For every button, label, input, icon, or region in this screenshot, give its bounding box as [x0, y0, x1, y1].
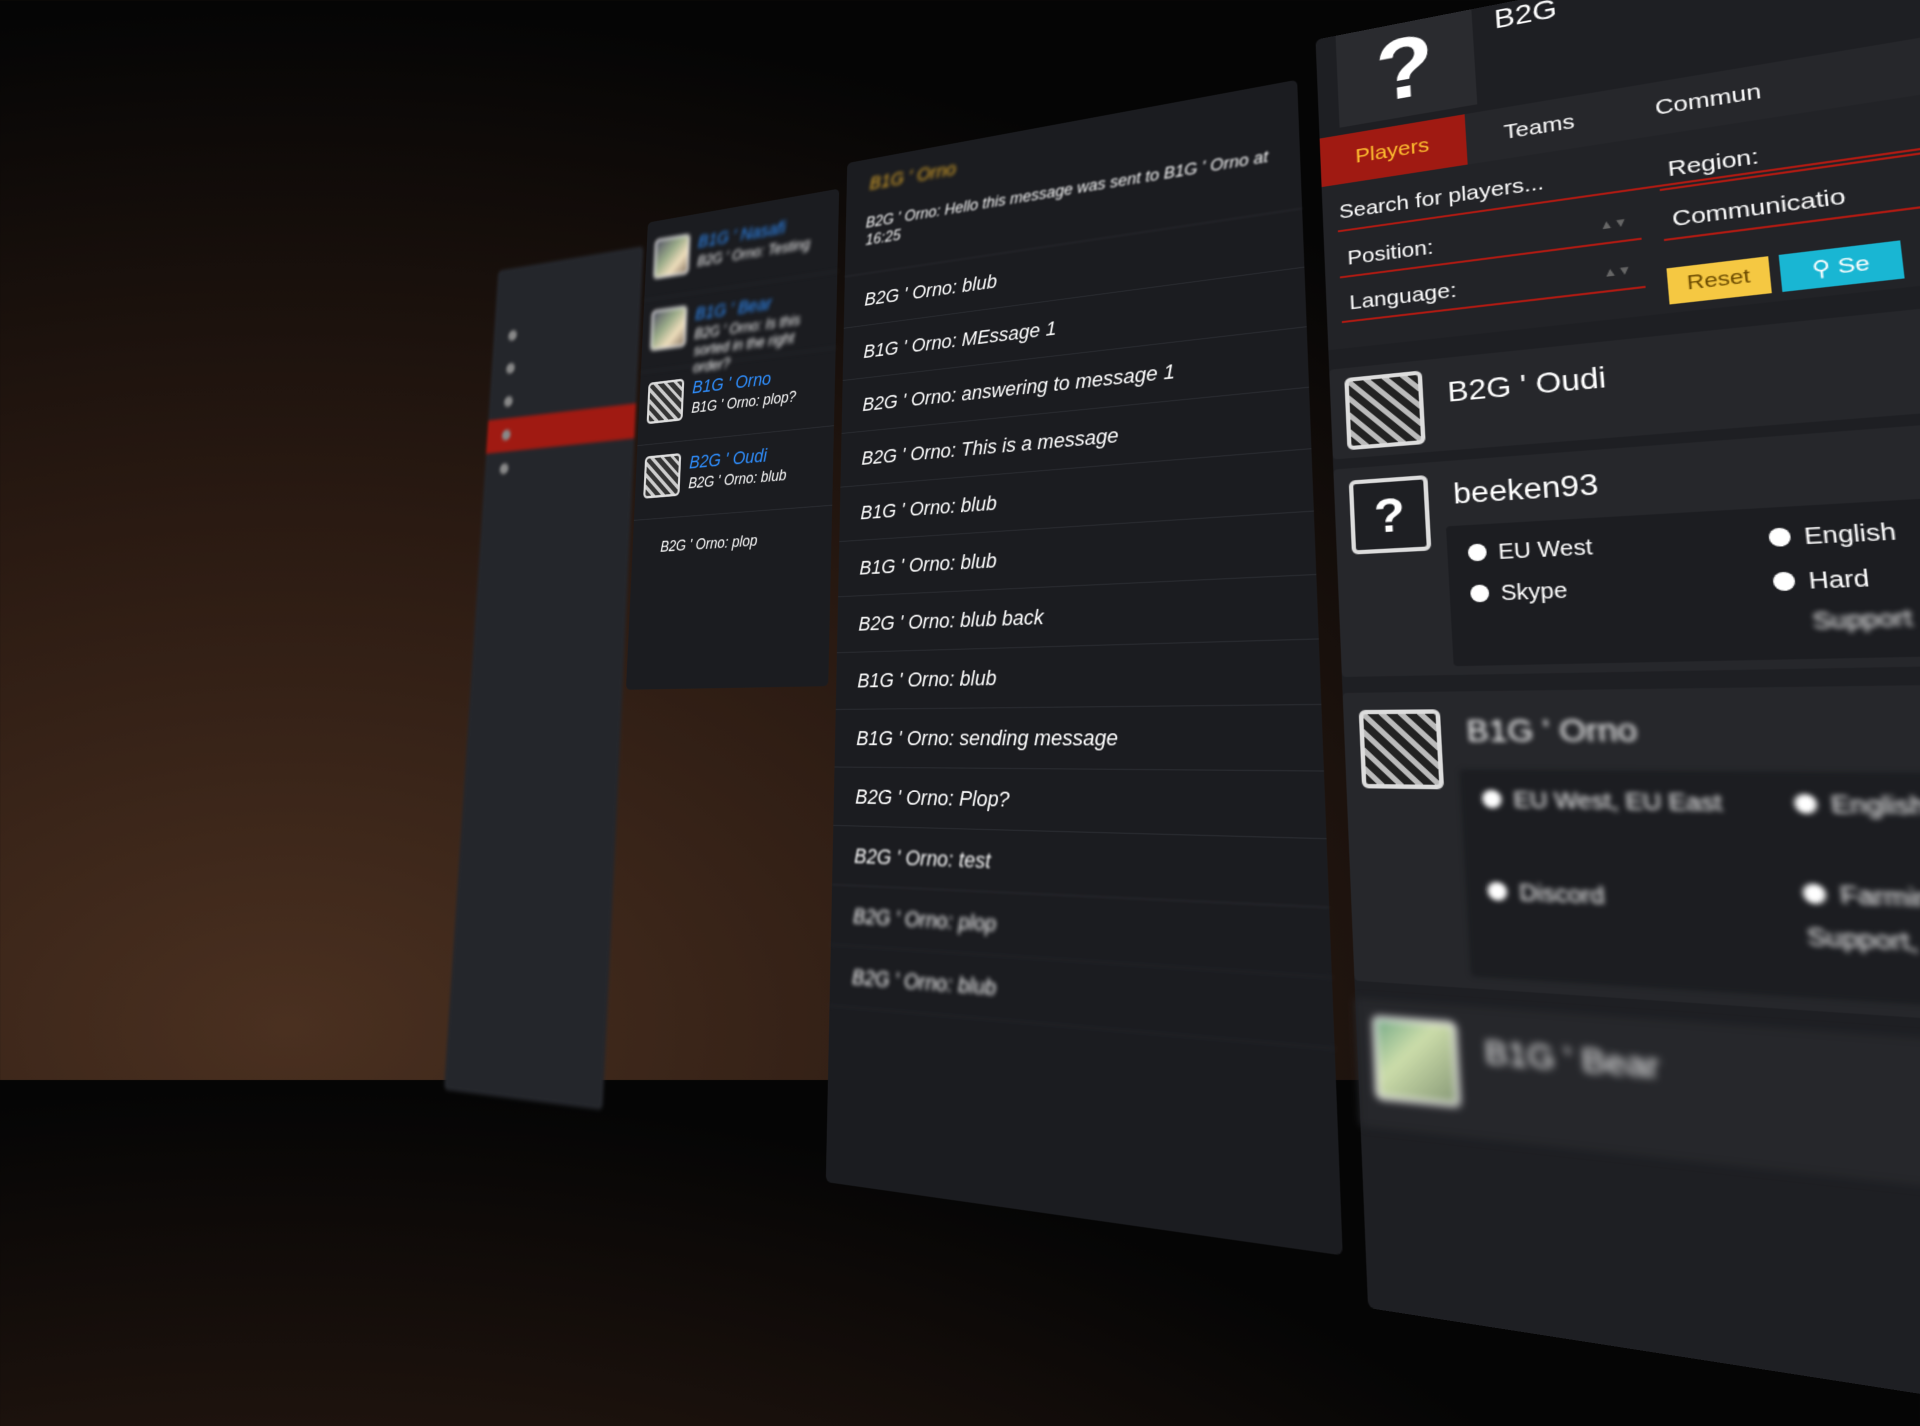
envelope-icon — [502, 429, 511, 441]
avatar — [1359, 709, 1444, 789]
pie-chart-icon — [1772, 572, 1796, 592]
avatar — [1372, 1015, 1461, 1108]
map-pin-icon — [1482, 790, 1502, 809]
difficulty-value: Hard — [1772, 566, 1871, 597]
profile-name: B2G — [1493, 0, 1558, 35]
communication-label: Communicatio — [1671, 184, 1847, 231]
globe-icon — [1794, 794, 1818, 814]
region-label: Region: — [1667, 144, 1760, 181]
search-icon: ⚲ — [1811, 255, 1839, 281]
language-value: English, French — [1793, 791, 1920, 826]
search-button-label: Se — [1837, 251, 1871, 278]
avatar — [650, 305, 687, 351]
role-value: Support — [1812, 606, 1914, 637]
avatar — [1344, 370, 1425, 450]
profile-placeholder: ? — [1336, 9, 1478, 127]
search-button[interactable]: ⚲ Se — [1779, 240, 1905, 292]
position-label: Position: — [1347, 236, 1434, 270]
reset-button[interactable]: Reset — [1666, 256, 1771, 304]
chat-message: B1G ' Orno: sending message — [835, 705, 1324, 772]
microphone-icon — [1470, 584, 1490, 602]
gear-icon — [499, 463, 508, 475]
player-card[interactable]: B1G ' Orno EU West, EU East Discord Engl… — [1343, 681, 1920, 1040]
nav-icon — [508, 330, 517, 342]
player-name: B2G ' Oudi — [1447, 361, 1608, 409]
communication-value: Skype — [1470, 579, 1569, 608]
player-card[interactable]: B1G ' Bear — [1355, 998, 1920, 1225]
conversation-list: B1G ' Nasafi B2G ' Orno: Testing B1G ' Be… — [626, 189, 839, 690]
language-label: Language: — [1349, 279, 1457, 315]
difficulty-value: Farming — [1802, 881, 1920, 925]
chevron-updown-icon: ▲▼ — [1602, 252, 1634, 291]
sidebar — [444, 246, 644, 1110]
avatar: ? — [1349, 475, 1432, 555]
language-value: English — [1768, 519, 1898, 552]
region-value: EU West — [1467, 536, 1593, 567]
player-details: EU West, EU East Discord English, French… — [1459, 769, 1920, 1023]
avatar — [643, 453, 681, 499]
nav-icon — [504, 396, 513, 408]
player-name: B1G ' Orno — [1466, 712, 1639, 749]
region-value: EU West, EU East — [1482, 788, 1766, 820]
chat-panel: B1G ' Orno B2G ' Orno: Hello this messag… — [826, 80, 1343, 1256]
microphone-icon — [1487, 882, 1507, 901]
player-name: beeken93 — [1452, 467, 1599, 511]
globe-icon — [1768, 527, 1791, 547]
map-pin-icon — [1468, 543, 1488, 561]
scene: B1G ' Nasafi B2G ' Orno: Testing B1G ' Be… — [0, 0, 1920, 1080]
player-name: B1G ' Bear — [1484, 1033, 1661, 1087]
role-value: Support, Hard Support — [1806, 924, 1920, 973]
avatar — [647, 378, 685, 424]
nav-icon — [506, 363, 515, 375]
communication-value: Discord — [1487, 879, 1605, 911]
chevron-updown-icon: ▲▼ — [1598, 204, 1629, 243]
pie-chart-icon — [1802, 883, 1827, 904]
player-finder-panel: ? B2G Players Teams Commun Position:▲▼ L… — [1316, 0, 1920, 1426]
player-details: EU West Skype English Hard Support — [1446, 486, 1920, 666]
avatar — [653, 233, 690, 279]
app-window: B1G ' Nasafi B2G ' Orno: Testing B1G ' Be… — [378, 0, 1920, 1390]
